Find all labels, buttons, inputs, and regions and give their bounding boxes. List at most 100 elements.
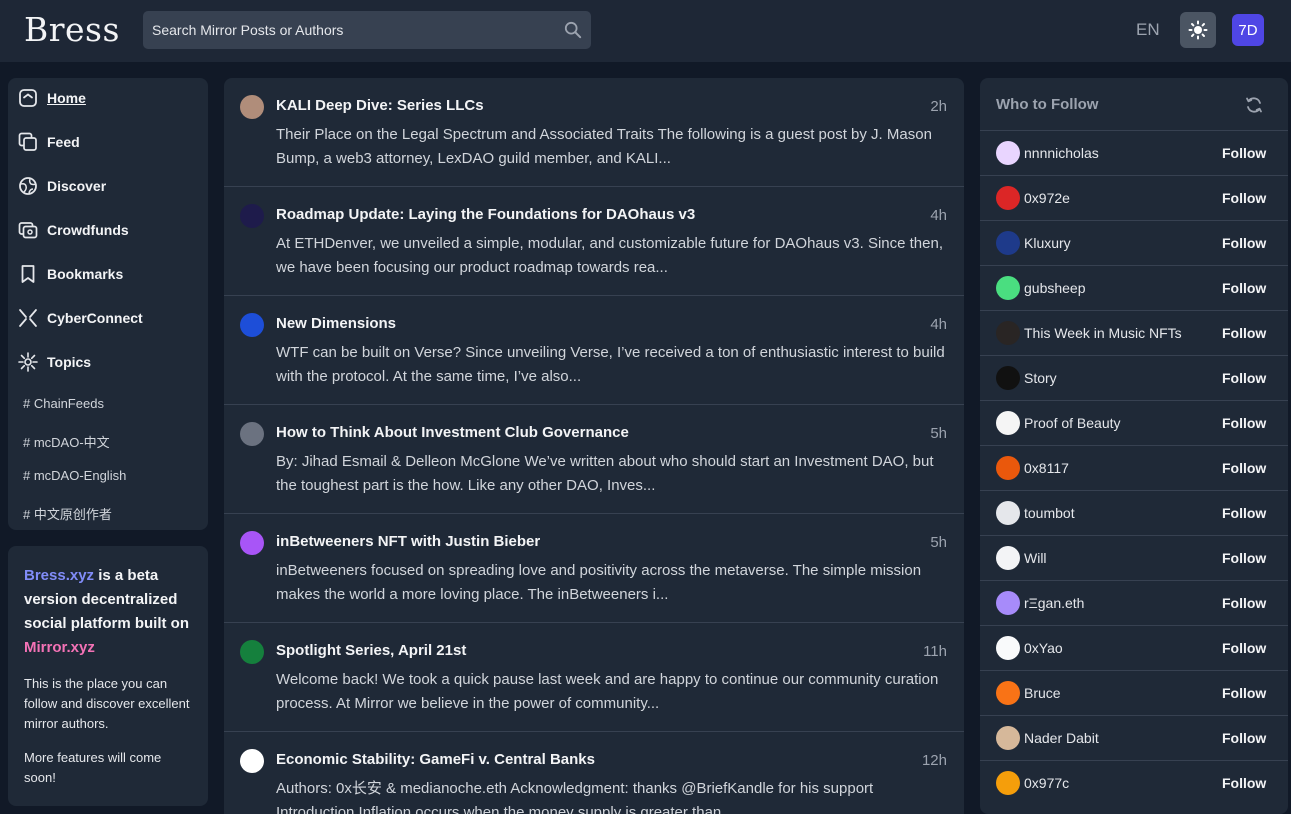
post-title[interactable]: Roadmap Update: Laying the Foundations f… <box>276 206 695 223</box>
sidebar-item-label: CyberConnect <box>47 310 143 326</box>
author-name[interactable]: Will <box>1024 550 1047 566</box>
sidebar-item-feed[interactable]: Feed <box>18 130 80 154</box>
post-card[interactable]: Spotlight Series, April 21st 11h Welcome b… <box>224 623 964 732</box>
cyberconnect-icon <box>19 309 37 327</box>
follow-button[interactable]: Follow <box>1222 460 1266 476</box>
post-card[interactable]: How to Think About Investment Club Gover… <box>224 405 964 514</box>
author-avatar[interactable] <box>240 749 264 773</box>
user-avatar-button[interactable]: 7D <box>1232 14 1264 46</box>
sidebar-item-cyberconnect[interactable]: CyberConnect <box>18 306 143 330</box>
author-name[interactable]: nnnnicholas <box>1024 145 1099 161</box>
avatar[interactable] <box>996 726 1020 750</box>
author-name[interactable]: 0x972e <box>1024 190 1070 206</box>
author-name[interactable]: gubsheep <box>1024 280 1086 296</box>
search-icon[interactable] <box>564 21 582 39</box>
follow-button[interactable]: Follow <box>1222 370 1266 386</box>
follow-button[interactable]: Follow <box>1222 730 1266 746</box>
author-avatar[interactable] <box>240 95 264 119</box>
crowdfund-icon <box>18 222 38 239</box>
author-name[interactable]: 0x977c <box>1024 775 1069 791</box>
author-avatar[interactable] <box>240 422 264 446</box>
follow-button[interactable]: Follow <box>1222 415 1266 431</box>
sun-icon <box>1188 20 1208 40</box>
avatar[interactable] <box>996 591 1020 615</box>
mirror-link[interactable]: Mirror.xyz <box>24 639 95 656</box>
avatar[interactable] <box>996 546 1020 570</box>
post-title[interactable]: How to Think About Investment Club Gover… <box>276 424 629 441</box>
post-title[interactable]: inBetweeners NFT with Justin Bieber <box>276 533 540 550</box>
avatar[interactable] <box>996 231 1020 255</box>
avatar[interactable] <box>996 501 1020 525</box>
author-name[interactable]: toumbot <box>1024 505 1075 521</box>
follow-button[interactable]: Follow <box>1222 685 1266 701</box>
avatar[interactable] <box>996 771 1020 795</box>
avatar[interactable] <box>996 141 1020 165</box>
post-excerpt: Their Place on the Legal Spectrum and As… <box>276 126 932 167</box>
author-avatar[interactable] <box>240 204 264 228</box>
post-title[interactable]: Economic Stability: GameFi v. Central Ba… <box>276 751 595 768</box>
search-bar[interactable]: Search Mirror Posts or Authors <box>143 11 591 49</box>
follow-button[interactable]: Follow <box>1222 325 1266 341</box>
follow-suggestion-row: gubsheep Follow <box>980 265 1288 310</box>
follow-button[interactable]: Follow <box>1222 280 1266 296</box>
avatar[interactable] <box>996 456 1020 480</box>
follow-button[interactable]: Follow <box>1222 190 1266 206</box>
avatar[interactable] <box>996 186 1020 210</box>
author-avatar[interactable] <box>240 313 264 337</box>
follow-button[interactable]: Follow <box>1222 235 1266 251</box>
author-name[interactable]: 0xYao <box>1024 640 1063 656</box>
post-card[interactable]: Economic Stability: GameFi v. Central Ba… <box>224 732 964 814</box>
language-selector[interactable]: EN <box>1136 20 1160 40</box>
avatar[interactable] <box>996 321 1020 345</box>
sidebar-item-crowdfunds[interactable]: Crowdfunds <box>18 218 129 242</box>
follow-suggestion-row: Will Follow <box>980 535 1288 580</box>
follow-button[interactable]: Follow <box>1222 505 1266 521</box>
sidebar-item-topics[interactable]: Topics <box>18 350 91 374</box>
author-name[interactable]: Kluxury <box>1024 235 1071 251</box>
topic-link[interactable]: # mcDAO-English <box>23 468 126 483</box>
author-name[interactable]: rΞgan.eth <box>1024 595 1084 611</box>
sidebar-item-discover[interactable]: Discover <box>18 174 106 198</box>
about-panel: Bress.xyz is a beta version decentralize… <box>8 546 208 806</box>
follow-button[interactable]: Follow <box>1222 640 1266 656</box>
post-card[interactable]: KALI Deep Dive: Series LLCs 2h Their Place… <box>224 78 964 187</box>
follow-button[interactable]: Follow <box>1222 595 1266 611</box>
sidebar-item-home[interactable]: Home <box>18 86 86 110</box>
avatar[interactable] <box>996 276 1020 300</box>
author-name[interactable]: This Week in Music NFTs <box>1024 325 1182 341</box>
post-title[interactable]: Spotlight Series, April 21st <box>276 642 466 659</box>
avatar[interactable] <box>996 366 1020 390</box>
refresh-icon[interactable] <box>1244 95 1264 115</box>
author-avatar[interactable] <box>240 640 264 664</box>
topic-link[interactable]: # ChainFeeds <box>23 396 104 411</box>
avatar[interactable] <box>996 411 1020 435</box>
follow-button[interactable]: Follow <box>1222 775 1266 791</box>
home-icon <box>19 89 37 107</box>
follow-suggestion-row: Nader Dabit Follow <box>980 715 1288 760</box>
topic-link[interactable]: # 中文原创作者 <box>23 504 112 523</box>
sidebar-item-bookmarks[interactable]: Bookmarks <box>18 262 123 286</box>
author-name[interactable]: Proof of Beauty <box>1024 415 1121 431</box>
search-input[interactable]: Search Mirror Posts or Authors <box>152 22 343 38</box>
post-title[interactable]: New Dimensions <box>276 315 396 332</box>
post-card[interactable]: Roadmap Update: Laying the Foundations f… <box>224 187 964 296</box>
post-title[interactable]: KALI Deep Dive: Series LLCs <box>276 97 484 114</box>
follow-button[interactable]: Follow <box>1222 145 1266 161</box>
author-name[interactable]: Nader Dabit <box>1024 730 1099 746</box>
follow-button[interactable]: Follow <box>1222 550 1266 566</box>
author-avatar[interactable] <box>240 531 264 555</box>
topic-link[interactable]: # mcDAO-中文 <box>23 432 110 451</box>
app-logo[interactable]: Bress <box>24 10 120 49</box>
avatar[interactable] <box>996 636 1020 660</box>
bress-link[interactable]: Bress.xyz <box>24 567 94 584</box>
author-name[interactable]: 0x8117 <box>1024 460 1069 476</box>
post-card[interactable]: inBetweeners NFT with Justin Bieber 5h inB… <box>224 514 964 623</box>
post-timestamp: 5h <box>930 534 947 551</box>
author-name[interactable]: Bruce <box>1024 685 1061 701</box>
who-to-follow-panel: Who to Follow nnnnicholas Follow 0x972e Fol… <box>980 78 1288 814</box>
avatar[interactable] <box>996 681 1020 705</box>
theme-toggle-button[interactable] <box>1180 12 1216 48</box>
sidebar-item-label: Crowdfunds <box>47 222 129 238</box>
author-name[interactable]: Story <box>1024 370 1057 386</box>
post-card[interactable]: New Dimensions 4h WTF can be built on Vers… <box>224 296 964 405</box>
